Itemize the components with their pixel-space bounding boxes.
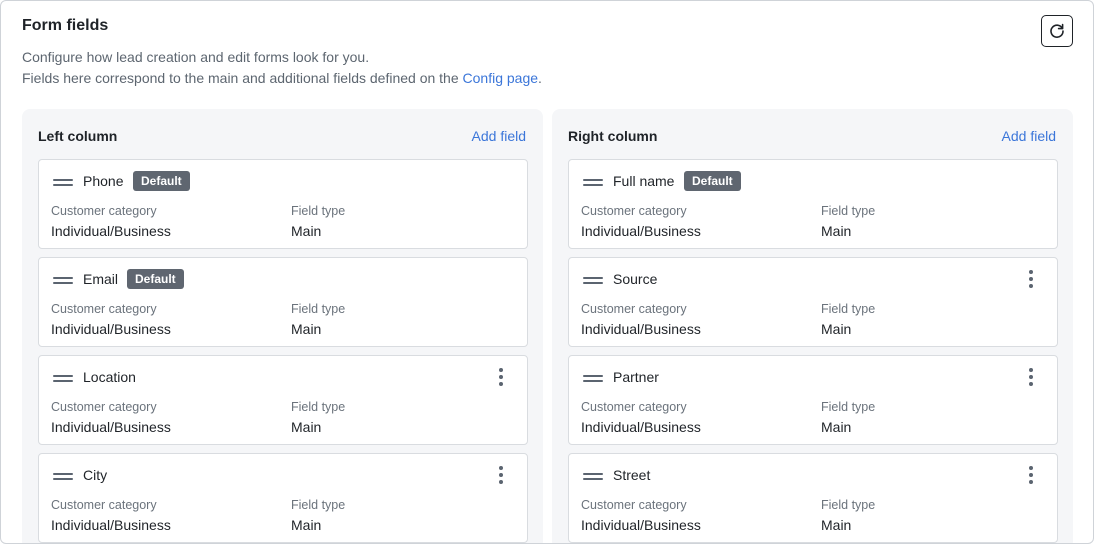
left-add-field-link[interactable]: Add field: [472, 128, 526, 144]
right-column-title: Right column: [568, 128, 658, 144]
field-card-partner[interactable]: Partner Customer category Field type Ind…: [568, 355, 1058, 445]
category-label: Customer category: [51, 498, 157, 512]
default-badge: Default: [127, 269, 184, 289]
field-name: Phone: [83, 173, 124, 189]
field-card-email[interactable]: Email Default Customer category Field ty…: [38, 257, 528, 347]
more-options-icon[interactable]: [1023, 366, 1039, 388]
left-column: Left column Add field Phone Default Cust…: [22, 109, 543, 543]
type-label: Field type: [291, 498, 346, 512]
config-page-link[interactable]: Config page: [463, 70, 539, 86]
more-options-icon[interactable]: [493, 464, 509, 486]
field-card-city[interactable]: City Customer category Field type Indivi…: [38, 453, 528, 543]
field-name: Email: [83, 271, 119, 287]
type-label: Field type: [291, 204, 346, 218]
category-label: Customer category: [581, 498, 687, 512]
category-value: Individual/Business: [581, 223, 701, 239]
description-text: Fields here correspond to the main and a…: [22, 70, 463, 86]
category-value: Individual/Business: [51, 223, 171, 239]
right-add-field-link[interactable]: Add field: [1002, 128, 1056, 144]
right-column: Right column Add field Full name Default…: [552, 109, 1073, 543]
refresh-button[interactable]: [1041, 15, 1073, 47]
description-period: .: [538, 70, 542, 86]
drag-handle-icon[interactable]: [53, 277, 73, 285]
drag-handle-icon[interactable]: [53, 179, 73, 187]
category-value: Individual/Business: [51, 517, 171, 533]
field-card-phone[interactable]: Phone Default Customer category Field ty…: [38, 159, 528, 249]
type-label: Field type: [291, 400, 346, 414]
field-name: City: [83, 467, 108, 483]
type-label: Field type: [821, 302, 876, 316]
drag-handle-icon[interactable]: [583, 473, 603, 481]
type-value: Main: [821, 223, 852, 239]
drag-handle-icon[interactable]: [53, 375, 73, 383]
category-label: Customer category: [581, 302, 687, 316]
left-column-title: Left column: [38, 128, 118, 144]
field-card-source[interactable]: Source Customer category Field type Indi…: [568, 257, 1058, 347]
category-label: Customer category: [581, 400, 687, 414]
category-value: Individual/Business: [51, 419, 171, 435]
type-value: Main: [291, 517, 322, 533]
type-label: Field type: [821, 498, 876, 512]
default-badge: Default: [133, 171, 190, 191]
description-line-1: Configure how lead creation and edit for…: [22, 49, 370, 65]
category-label: Customer category: [581, 204, 687, 218]
category-value: Individual/Business: [581, 517, 701, 533]
category-value: Individual/Business: [581, 321, 701, 337]
drag-handle-icon[interactable]: [53, 473, 73, 481]
type-value: Main: [291, 321, 322, 337]
type-value: Main: [821, 321, 852, 337]
type-value: Main: [291, 419, 322, 435]
description-line-2: Fields here correspond to the main and a…: [22, 70, 542, 86]
type-value: Main: [821, 419, 852, 435]
category-value: Individual/Business: [51, 321, 171, 337]
field-card-full-name[interactable]: Full name Default Customer category Fiel…: [568, 159, 1058, 249]
type-label: Field type: [821, 400, 876, 414]
field-name: Source: [613, 271, 658, 287]
default-badge: Default: [684, 171, 741, 191]
field-name: Full name: [613, 173, 675, 189]
type-value: Main: [821, 517, 852, 533]
form-fields-panel: Form fields Configure how lead creation …: [0, 0, 1094, 544]
category-value: Individual/Business: [581, 419, 701, 435]
type-label: Field type: [821, 204, 876, 218]
category-label: Customer category: [51, 204, 157, 218]
field-card-location[interactable]: Location Customer category Field type In…: [38, 355, 528, 445]
panel-title: Form fields: [22, 17, 109, 34]
field-card-street[interactable]: Street Customer category Field type Indi…: [568, 453, 1058, 543]
drag-handle-icon[interactable]: [583, 375, 603, 383]
category-label: Customer category: [51, 302, 157, 316]
category-label: Customer category: [51, 400, 157, 414]
field-name: Location: [83, 369, 136, 385]
more-options-icon[interactable]: [1023, 464, 1039, 486]
type-label: Field type: [291, 302, 346, 316]
more-options-icon[interactable]: [493, 366, 509, 388]
drag-handle-icon[interactable]: [583, 277, 603, 285]
refresh-icon: [1050, 23, 1064, 38]
drag-handle-icon[interactable]: [583, 179, 603, 187]
more-options-icon[interactable]: [1023, 268, 1039, 290]
type-value: Main: [291, 223, 322, 239]
field-name: Street: [613, 467, 651, 483]
field-name: Partner: [613, 369, 659, 385]
